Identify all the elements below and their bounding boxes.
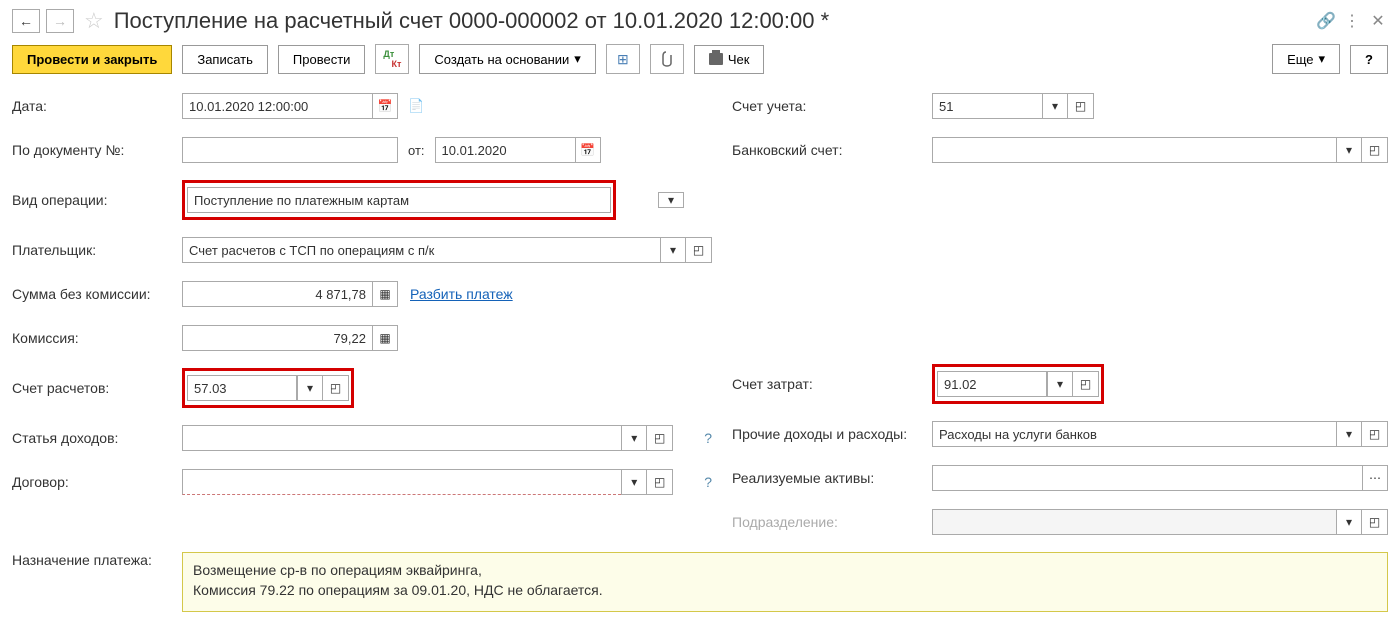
- other-ie-input[interactable]: Расходы на услуги банков: [932, 421, 1336, 447]
- cost-acc-label: Счет затрат:: [732, 376, 932, 392]
- more-dots-icon[interactable]: ⋯: [1362, 465, 1388, 491]
- dropdown-icon[interactable]: ▾: [621, 425, 647, 451]
- split-payment-link[interactable]: Разбить платеж: [410, 286, 513, 302]
- save-button[interactable]: Записать: [182, 45, 268, 74]
- assets-input[interactable]: [932, 465, 1362, 491]
- from-label: от:: [408, 143, 425, 158]
- kebab-menu-icon[interactable]: ⋮: [1342, 11, 1362, 31]
- income-item-input[interactable]: [182, 425, 621, 451]
- fee-input[interactable]: 79,22: [182, 325, 372, 351]
- other-ie-label: Прочие доходы и расходы:: [732, 426, 932, 442]
- nav-forward-button[interactable]: →: [46, 9, 74, 33]
- calc-acc-input[interactable]: 57.03: [187, 375, 297, 401]
- open-icon[interactable]: ◰: [1362, 509, 1388, 535]
- by-doc-date-input[interactable]: 10.01.2020: [435, 137, 575, 163]
- status-check-icon: 📄: [408, 98, 424, 114]
- date-label: Дата:: [12, 98, 182, 114]
- chevron-down-icon: ▾: [574, 51, 581, 67]
- favorite-star-icon[interactable]: ☆: [84, 8, 104, 34]
- payer-input[interactable]: Счет расчетов с ТСП по операциям с п/к: [182, 237, 660, 263]
- post-button[interactable]: Провести: [278, 45, 366, 74]
- date-input[interactable]: 10.01.2020 12:00:00: [182, 93, 372, 119]
- help-hint-icon[interactable]: ?: [704, 474, 712, 490]
- open-icon[interactable]: ◰: [1068, 93, 1094, 119]
- op-type-input[interactable]: Поступление по платежным картам: [187, 187, 611, 213]
- printer-icon: [709, 53, 723, 65]
- op-type-dropdown-icon[interactable]: ▾: [658, 192, 684, 208]
- calculator-icon[interactable]: ▦: [372, 281, 398, 307]
- dropdown-icon[interactable]: ▾: [621, 469, 647, 495]
- income-item-label: Статья доходов:: [12, 430, 182, 446]
- open-icon[interactable]: ◰: [647, 469, 673, 495]
- help-button[interactable]: ?: [1350, 45, 1388, 74]
- attach-button[interactable]: [650, 44, 684, 74]
- dropdown-icon[interactable]: ▾: [1336, 509, 1362, 535]
- close-icon[interactable]: ✕: [1368, 11, 1388, 31]
- purpose-label: Назначение платежа:: [12, 552, 182, 568]
- dt-kt-button[interactable]: ДтКт: [375, 44, 409, 74]
- open-icon[interactable]: ◰: [323, 375, 349, 401]
- dt-kt-icon: ДтКт: [383, 51, 401, 67]
- ledger-acc-label: Счет учета:: [732, 98, 932, 114]
- calendar-icon[interactable]: 📅: [372, 93, 398, 119]
- more-button[interactable]: Еще ▾: [1272, 44, 1340, 74]
- open-icon[interactable]: ◰: [1362, 137, 1388, 163]
- dropdown-icon[interactable]: ▾: [297, 375, 323, 401]
- ledger-acc-input[interactable]: 51: [932, 93, 1042, 119]
- link-icon[interactable]: 🔗: [1316, 11, 1336, 31]
- assets-label: Реализуемые активы:: [732, 470, 932, 486]
- division-input: [932, 509, 1336, 535]
- purpose-line-1: Возмещение ср-в по операциям эквайринга,: [193, 561, 1377, 581]
- contract-input[interactable]: [182, 469, 621, 495]
- open-icon[interactable]: ◰: [1073, 371, 1099, 397]
- dropdown-icon[interactable]: ▾: [1042, 93, 1068, 119]
- chevron-down-icon: ▾: [1319, 51, 1326, 67]
- dropdown-icon[interactable]: ▾: [1336, 137, 1362, 163]
- sum-no-fee-input[interactable]: 4 871,78: [182, 281, 372, 307]
- fee-label: Комиссия:: [12, 330, 182, 346]
- dropdown-icon[interactable]: ▾: [660, 237, 686, 263]
- window-title: Поступление на расчетный счет 0000-00000…: [114, 8, 1310, 34]
- purpose-textarea[interactable]: Возмещение ср-в по операциям эквайринга,…: [182, 552, 1388, 612]
- division-label: Подразделение:: [732, 514, 932, 530]
- purpose-line-2: Комиссия 79.22 по операциям за 09.01.20,…: [193, 581, 1377, 601]
- contract-label: Договор:: [12, 474, 182, 490]
- bank-acc-input[interactable]: [932, 137, 1336, 163]
- calc-acc-label: Счет расчетов:: [12, 380, 182, 396]
- bank-acc-label: Банковский счет:: [732, 142, 932, 158]
- help-hint-icon[interactable]: ?: [704, 430, 712, 446]
- by-doc-label: По документу №:: [12, 142, 182, 158]
- dropdown-icon[interactable]: ▾: [1047, 371, 1073, 397]
- create-based-button[interactable]: Создать на основании ▾: [419, 44, 595, 74]
- paperclip-icon: [660, 51, 674, 67]
- nav-back-button[interactable]: ←: [12, 9, 40, 33]
- calendar-icon[interactable]: 📅: [575, 137, 601, 163]
- sum-no-fee-label: Сумма без комиссии:: [12, 286, 182, 302]
- by-doc-no-input[interactable]: [182, 137, 398, 163]
- calculator-icon[interactable]: ▦: [372, 325, 398, 351]
- post-and-close-button[interactable]: Провести и закрыть: [12, 45, 172, 74]
- op-type-label: Вид операции:: [12, 192, 182, 208]
- open-icon[interactable]: ◰: [647, 425, 673, 451]
- payer-label: Плательщик:: [12, 242, 182, 258]
- structure-button[interactable]: ⊞: [606, 44, 640, 74]
- open-icon[interactable]: ◰: [686, 237, 712, 263]
- open-icon[interactable]: ◰: [1362, 421, 1388, 447]
- dropdown-icon[interactable]: ▾: [1336, 421, 1362, 447]
- check-button[interactable]: Чек: [694, 45, 765, 74]
- cost-acc-input[interactable]: 91.02: [937, 371, 1047, 397]
